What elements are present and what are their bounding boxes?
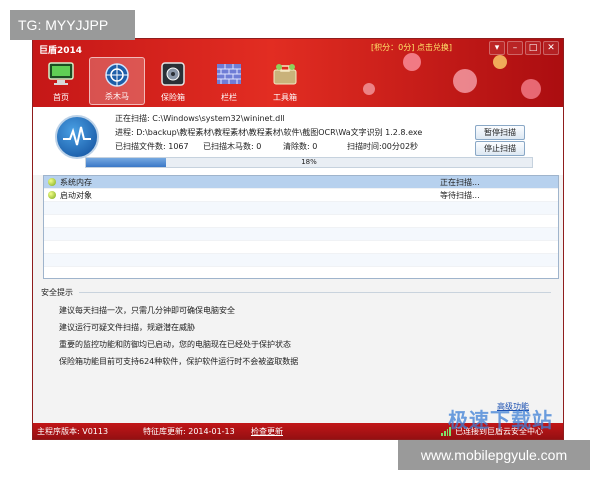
progress-percent: 18% [301,158,317,166]
toolbar-label: 保险箱 [161,93,185,102]
minimize-button[interactable]: – [507,41,523,55]
signature-db-date: 特征库更新: 2014-01-13 [143,427,235,436]
empty-row [44,241,558,254]
process-label: 进程: [115,128,134,137]
security-tip: 重要的监控功能和防御均已启动，您的电脑现在已经处于保护状态 [59,340,291,349]
scan-elapsed-time: 扫描时间:00分02秒 [347,142,419,151]
app-window: 巨盾2014 [积分：0分] 点击兑换] ▾ – □ ✕ 首页 杀木马 保险箱 … [32,38,564,440]
current-scan-line: 正在扫描: C:\Windows\system32\wininet.dll [115,113,285,124]
trojans-scanned: 已扫描木马数: 0 [203,142,262,151]
empty-row [44,228,558,241]
monitor-icon [47,60,75,88]
toolbar-item-toolbox[interactable]: 工具箱 [257,57,313,105]
program-version: 主程序版本: V0113 [37,427,109,436]
list-item[interactable]: 启动对象 等待扫描... [44,189,558,202]
main-toolbar: 首页 杀木马 保险箱 栏栏 工具箱 [33,57,313,105]
toolbar-item-home[interactable]: 首页 [33,57,89,105]
files-scanned: 已扫描文件数: 1067 [115,142,189,151]
list-item[interactable]: 系统内存 正在扫描... [44,176,558,189]
blossom-decoration [363,83,375,95]
toolbar-item-firewall[interactable]: 栏栏 [201,57,257,105]
scan-progress-bar: 18% [85,157,533,168]
list-item-status: 正在扫描... [440,178,480,187]
list-item-status: 等待扫描... [440,191,480,200]
toolbox-icon [271,60,299,88]
empty-row [44,267,558,278]
toolbar-label: 杀木马 [105,92,129,101]
pause-scan-button[interactable]: 暂停扫描 [475,125,525,140]
security-tip: 保险箱功能目前可支持624种软件，保护软件运行时不会被盗取数据 [59,357,299,366]
menu-dropdown-button[interactable]: ▾ [489,41,505,55]
firewall-icon [215,60,243,88]
security-tip: 建议运行可疑文件扫描，规避潜在威胁 [59,323,195,332]
empty-row [44,254,558,267]
lantern-decoration [493,55,507,69]
scan-target-list: 系统内存 正在扫描... 启动对象 等待扫描... [43,175,559,279]
scan-item-icon [48,178,56,186]
blossom-decoration [403,53,421,71]
blossom-decoration [521,79,541,99]
security-tip: 建议每天扫描一次，只需几分钟即可确保电脑安全 [59,306,235,315]
process-line: 进程: D:\backup\教程素材\教程素材\教程素材\软件\截图OCR\Wa… [115,127,422,138]
check-update-link[interactable]: 检查更新 [251,426,283,437]
current-scan-path: C:\Windows\system32\wininet.dll [152,114,285,123]
blossom-decoration [453,69,477,93]
tips-divider [79,292,551,293]
safe-icon [159,60,187,88]
crosshair-icon [103,61,131,89]
cleaned-count: 清除数: 0 [283,142,318,151]
list-item-name: 启动对象 [60,191,92,200]
window-controls: ▾ – □ ✕ [489,41,559,55]
toolbar-label: 首页 [53,93,69,102]
stop-scan-button[interactable]: 停止扫描 [475,141,525,156]
empty-row [44,215,558,228]
toolbar-label: 栏栏 [221,93,237,102]
app-title: 巨盾2014 [39,46,83,56]
title-header: 巨盾2014 [积分：0分] 点击兑换] ▾ – □ ✕ 首页 杀木马 保险箱 … [33,39,563,107]
process-path: D:\backup\教程素材\教程素材\教程素材\软件\截图OCR\Wa文字识别… [136,128,423,137]
maximize-button[interactable]: □ [525,41,541,55]
toolbar-label: 工具箱 [273,93,297,102]
security-tips-title: 安全提示 [41,288,73,297]
toolbar-item-trojan-scan[interactable]: 杀木马 [89,57,145,105]
empty-row [44,202,558,215]
close-button[interactable]: ✕ [543,41,559,55]
watermark-bottom: www.mobilepgyule.com [398,440,590,470]
brand-watermark: 极速下载站 [448,408,553,432]
watermark-top: TG: MYYJJPP [10,10,135,40]
current-scan-label: 正在扫描: [115,114,150,123]
score-redeem-link[interactable]: [积分：0分] 点击兑换] [371,42,452,53]
scan-item-icon [48,191,56,199]
list-item-name: 系统内存 [60,178,92,187]
scan-shield-icon [55,115,99,159]
toolbar-item-safe[interactable]: 保险箱 [145,57,201,105]
